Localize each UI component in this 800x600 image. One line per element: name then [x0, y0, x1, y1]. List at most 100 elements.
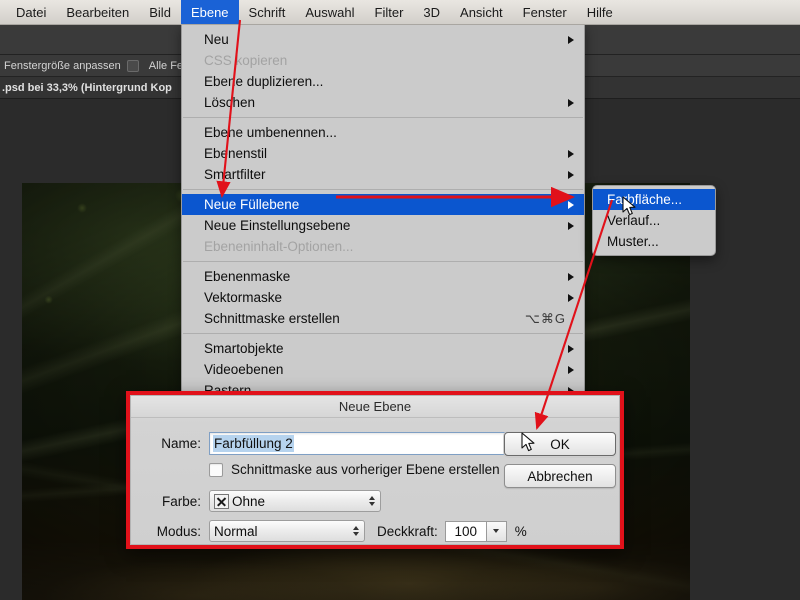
chevron-updown-icon	[369, 496, 375, 506]
neue-ebene-dialog[interactable]: Neue Ebene Name: Farbfüllung 2 Schnittma…	[126, 391, 624, 549]
dialog-body: Neue Ebene Name: Farbfüllung 2 Schnittma…	[130, 395, 620, 545]
menu-item-label: Verlauf...	[607, 213, 661, 228]
menubar-item-label: Ansicht	[460, 4, 503, 20]
color-select[interactable]: Ohne	[209, 490, 381, 512]
mode-value: Normal	[214, 523, 258, 539]
menu-item-ebeneninhalt-optionen: Ebeneninhalt-Optionen...	[182, 236, 584, 257]
menu-separator	[183, 261, 583, 262]
menu-item-label: Ebene umbenennen...	[204, 125, 337, 140]
menubar-item-label: 3D	[423, 4, 441, 20]
menu-separator	[183, 333, 583, 334]
menu-item-neue-füllebene[interactable]: Neue Füllebene	[182, 194, 584, 215]
chevron-right-icon	[568, 221, 574, 230]
mode-row: Modus: Normal Deckkraft: 100 %	[139, 520, 527, 542]
menu-item-neu[interactable]: Neu	[182, 29, 584, 50]
menu-separator	[183, 189, 583, 190]
menubar-item-label: Filter	[374, 4, 404, 20]
document-tab-title: .psd bei 33,3% (Hintergrund Kop	[2, 81, 172, 94]
menu-item-videoebenen[interactable]: Videoebenen	[182, 359, 584, 380]
dialog-title: Neue Ebene	[131, 396, 619, 418]
menubar-item-bearbeiten[interactable]: Bearbeiten	[56, 0, 139, 24]
name-label: Name:	[161, 436, 201, 451]
layer-name-value: Farbfüllung 2	[213, 435, 294, 452]
menubar-item-label: Datei	[16, 4, 47, 20]
menubar-item-datei[interactable]: Datei	[6, 0, 56, 24]
menubar-item-hilfe[interactable]: Hilfe	[577, 0, 623, 24]
menubar-item-label: Auswahl	[305, 4, 355, 20]
menu-item-label: Muster...	[607, 234, 659, 249]
menubar-item-label: Bearbeiten	[66, 4, 130, 20]
clipping-mask-checkbox[interactable]	[209, 462, 223, 477]
menu-item-label: Ebenenstil	[204, 146, 268, 161]
cancel-button[interactable]: Abbrechen	[504, 464, 616, 488]
menu-item-label: Ebene duplizieren...	[204, 74, 324, 89]
menu-item-schnittmaske-erstellen[interactable]: Schnittmaske erstellen ⌥⌘G	[182, 308, 584, 329]
menu-item-ebenenstil[interactable]: Ebenenstil	[182, 143, 584, 164]
chevron-right-icon	[568, 35, 574, 44]
menubar-item-schrift[interactable]: Schrift	[239, 0, 296, 24]
opacity-input[interactable]: 100	[444, 520, 487, 542]
menu-item-farbfläche[interactable]: Farbfläche...	[593, 189, 715, 210]
layer-name-input[interactable]: Farbfüllung 2	[209, 432, 521, 455]
ok-button[interactable]: OK	[504, 432, 616, 456]
menu-item-css-kopieren: CSS kopieren	[182, 50, 584, 71]
menubar-item-ansicht[interactable]: Ansicht	[450, 0, 513, 24]
color-label: Farbe:	[161, 493, 201, 509]
menu-item-muster[interactable]: Muster...	[593, 231, 715, 252]
menu-item-smartobjekte[interactable]: Smartobjekte	[182, 338, 584, 359]
chevron-updown-icon	[353, 526, 359, 536]
clipping-mask-row[interactable]: Schnittmaske aus vorheriger Ebene erstel…	[209, 462, 500, 477]
menu-item-smartfilter[interactable]: Smartfilter	[182, 164, 584, 185]
menu-item-ebenenmaske[interactable]: Ebenenmaske	[182, 266, 584, 287]
menubar-item-label: Bild	[149, 4, 171, 20]
all-windows-checkbox[interactable]	[126, 59, 139, 72]
menu-item-label: CSS kopieren	[204, 53, 288, 68]
chevron-right-icon	[568, 365, 574, 374]
menubar-item-auswahl[interactable]: Auswahl	[295, 0, 364, 24]
clipping-mask-label: Schnittmaske aus vorheriger Ebene erstel…	[231, 462, 500, 477]
menubar-item-filter[interactable]: Filter	[365, 0, 414, 24]
opacity-label: Deckkraft:	[377, 523, 438, 539]
opacity-dropdown-button[interactable]	[486, 520, 507, 542]
menu-item-label: Vektormaske	[204, 290, 283, 305]
menubar-item-ebene[interactable]: Ebene	[180, 0, 239, 24]
menu-item-ebene-duplizieren[interactable]: Ebene duplizieren...	[182, 71, 584, 92]
chevron-right-icon	[568, 344, 574, 353]
menu-item-label: Neue Füllebene	[204, 197, 300, 212]
name-row: Name: Farbfüllung 2	[145, 432, 521, 455]
mode-select[interactable]: Normal	[209, 520, 365, 542]
chevron-right-icon	[568, 272, 574, 281]
menu-separator	[183, 117, 583, 118]
menu-item-label: Videoebenen	[204, 362, 284, 377]
menu-bar[interactable]: Datei Bearbeiten Bild Ebene Schrift Auswahl Fi…	[0, 0, 800, 25]
menu-item-ebene-umbenennen[interactable]: Ebene umbenennen...	[182, 122, 584, 143]
chevron-right-icon	[568, 170, 574, 179]
menu-item-label: Schnittmaske erstellen	[204, 311, 340, 326]
menubar-item-3d[interactable]: 3D	[413, 0, 450, 24]
menubar-item-label: Fenster	[522, 4, 567, 20]
menubar-item-fenster[interactable]: Fenster	[513, 0, 577, 24]
menu-item-label: Neue Einstellungsebene	[204, 218, 351, 233]
no-color-icon	[214, 493, 229, 509]
menu-item-label: Smartobjekte	[204, 341, 284, 356]
menu-item-label: Löschen	[204, 95, 256, 110]
menu-item-label: Farbfläche...	[607, 192, 683, 207]
fit-window-label: Fenstergröße anpassen	[4, 59, 121, 72]
menu-item-neue-einstellungsebene[interactable]: Neue Einstellungsebene	[182, 215, 584, 236]
color-value: Ohne	[232, 493, 266, 509]
chevron-right-icon	[568, 149, 574, 158]
menu-item-label: Ebeneninhalt-Optionen...	[204, 239, 354, 254]
menubar-item-label: Ebene	[190, 4, 229, 20]
menubar-item-label: Hilfe	[586, 4, 613, 20]
chevron-right-icon	[568, 98, 574, 107]
neue-fuellebene-submenu[interactable]: Farbfläche... Verlauf... Muster...	[592, 185, 716, 256]
mode-label: Modus:	[156, 523, 201, 539]
menubar-item-label: Schrift	[248, 4, 286, 20]
chevron-right-icon	[568, 200, 574, 209]
menubar-item-bild[interactable]: Bild	[139, 0, 181, 24]
menu-item-vektormaske[interactable]: Vektormaske	[182, 287, 584, 308]
menu-item-löschen[interactable]: Löschen	[182, 92, 584, 113]
opacity-value: 100	[454, 523, 478, 539]
menu-item-verlauf[interactable]: Verlauf...	[593, 210, 715, 231]
menu-item-shortcut: ⌥⌘G	[524, 310, 566, 326]
